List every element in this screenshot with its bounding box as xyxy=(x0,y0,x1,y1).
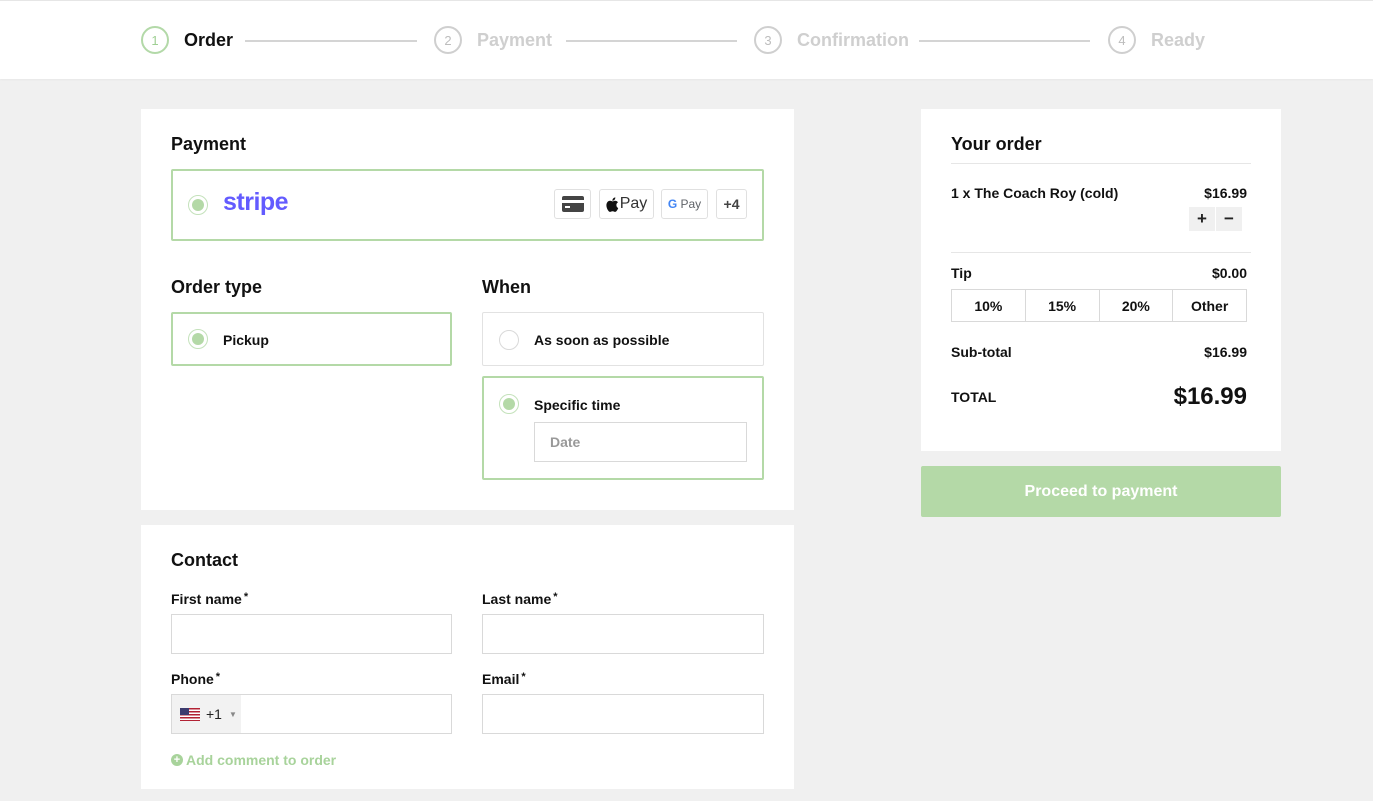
step-order[interactable]: 1 Order xyxy=(141,25,233,55)
asap-label: As soon as possible xyxy=(534,332,670,348)
step-label: Confirmation xyxy=(797,29,909,50)
email-label-text: Email xyxy=(482,671,520,687)
total-value: $16.99 xyxy=(1173,383,1247,410)
first-name-label: First name * xyxy=(171,591,248,607)
step-number: 2 xyxy=(434,26,462,54)
specific-time-label: Specific time xyxy=(534,397,621,413)
asap-radio[interactable] xyxy=(499,330,519,350)
increase-quantity-button[interactable]: + xyxy=(1189,207,1215,231)
step-connector xyxy=(566,40,737,42)
more-methods-badge[interactable]: +4 xyxy=(716,189,747,219)
divider xyxy=(951,163,1251,164)
step-ready[interactable]: 4 Ready xyxy=(1108,25,1205,55)
total-row: TOTAL $16.99 xyxy=(951,383,1247,411)
step-connector xyxy=(919,40,1090,42)
step-number: 3 xyxy=(754,26,782,54)
last-name-field[interactable] xyxy=(482,614,764,654)
checkout-stepper: 1 Order 2 Payment 3 Confirmation 4 Ready xyxy=(0,0,1373,79)
required-mark: * xyxy=(243,591,249,603)
phone-label-text: Phone xyxy=(171,671,214,687)
payment-radio[interactable] xyxy=(188,195,208,215)
total-label: TOTAL xyxy=(951,389,997,405)
country-code-select[interactable]: +1 ▼ xyxy=(172,695,241,733)
email-field[interactable] xyxy=(482,694,764,734)
step-payment[interactable]: 2 Payment xyxy=(434,25,552,55)
phone-label: Phone * xyxy=(171,671,220,687)
decrease-quantity-button[interactable]: − xyxy=(1216,207,1242,231)
tip-value: $0.00 xyxy=(1211,265,1247,281)
tip-20-button[interactable]: 20% xyxy=(1100,290,1174,321)
contact-card: Contact First name * Last name * Phone * +1… xyxy=(141,525,794,789)
payment-option-stripe[interactable]: stripe Pay G Pay +4 xyxy=(171,169,764,241)
email-label: Email * xyxy=(482,671,526,687)
step-confirmation[interactable]: 3 Confirmation xyxy=(754,25,909,55)
order-summary-title: Your order xyxy=(951,134,1042,154)
apple-pay-label: Pay xyxy=(619,195,648,212)
tip-options: 10% 15% 20% Other xyxy=(951,289,1247,322)
order-type-pickup[interactable]: Pickup xyxy=(171,312,452,366)
apple-pay-icon: Pay xyxy=(599,189,654,219)
step-label: Ready xyxy=(1151,29,1206,50)
step-connector xyxy=(245,40,417,42)
card-icon xyxy=(554,189,591,219)
pickup-radio[interactable] xyxy=(188,329,208,349)
order-summary-card: Your order 1 x The Coach Roy (cold) $16.… xyxy=(921,109,1281,451)
tip-label: Tip xyxy=(951,265,972,281)
subtotal-row: Sub-total $16.99 xyxy=(951,344,1247,360)
subtotal-label: Sub-total xyxy=(951,344,1012,360)
tip-15-button[interactable]: 15% xyxy=(1026,290,1100,321)
first-name-label-text: First name xyxy=(171,591,242,607)
google-pay-label: Pay xyxy=(680,197,702,211)
when-asap-option[interactable]: As soon as possible xyxy=(482,312,764,366)
when-specific-option[interactable]: Specific time Date xyxy=(482,376,764,480)
required-mark: * xyxy=(215,671,221,683)
when-title: When xyxy=(482,277,531,297)
phone-field[interactable]: +1 ▼ xyxy=(171,694,452,734)
chevron-down-icon: ▼ xyxy=(228,709,237,719)
pickup-label: Pickup xyxy=(223,332,269,348)
order-item-name: 1 x The Coach Roy (cold) xyxy=(951,185,1119,201)
step-label: Payment xyxy=(477,29,553,50)
step-label: Order xyxy=(184,29,234,50)
required-mark: * xyxy=(521,671,526,683)
add-comment-link[interactable]: + Add comment to order xyxy=(171,752,336,768)
google-pay-icon: G Pay xyxy=(661,189,708,219)
checkout-details-card: Payment stripe Pay G Pay +4 Order type P… xyxy=(141,109,794,510)
order-type-title: Order type xyxy=(171,277,263,297)
stripe-logo: stripe xyxy=(223,188,289,216)
last-name-label: Last name * xyxy=(482,591,558,607)
add-comment-label: Add comment to order xyxy=(186,752,337,768)
contact-title: Contact xyxy=(171,550,238,570)
tip-other-button[interactable]: Other xyxy=(1173,290,1246,321)
required-mark: * xyxy=(553,591,558,603)
date-input[interactable]: Date xyxy=(534,422,747,462)
order-item-price: $16.99 xyxy=(1204,185,1247,201)
payment-title: Payment xyxy=(171,134,247,154)
us-flag-icon xyxy=(180,707,200,721)
specific-time-radio[interactable] xyxy=(499,394,519,414)
divider xyxy=(951,252,1251,253)
step-number: 4 xyxy=(1108,26,1136,54)
step-number: 1 xyxy=(141,26,169,54)
tip-10-button[interactable]: 10% xyxy=(952,290,1026,321)
order-item-row: 1 x The Coach Roy (cold) $16.99 xyxy=(951,185,1247,201)
proceed-to-payment-button[interactable]: Proceed to payment xyxy=(921,466,1281,517)
last-name-label-text: Last name xyxy=(482,591,552,607)
tip-row: Tip $0.00 xyxy=(951,265,1247,281)
first-name-field[interactable] xyxy=(171,614,452,654)
subtotal-value: $16.99 xyxy=(1204,344,1247,360)
country-code: +1 xyxy=(206,706,222,722)
plus-circle-icon: + xyxy=(171,754,183,766)
